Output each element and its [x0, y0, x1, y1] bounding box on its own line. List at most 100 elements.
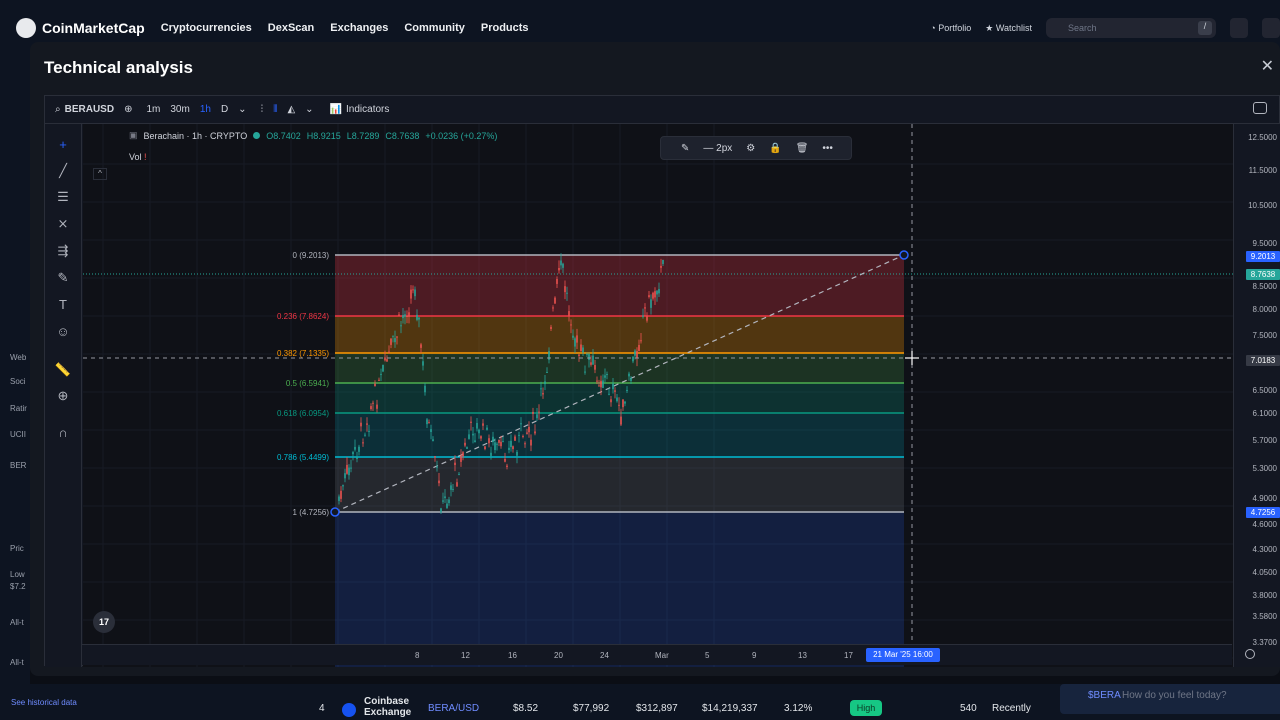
watchlist-link[interactable]: ★ Watchlist	[985, 23, 1032, 34]
price-cell: $8.52	[513, 703, 539, 714]
candle-body	[396, 336, 398, 338]
app-icon-button[interactable]	[1230, 18, 1248, 38]
candle-body	[660, 265, 662, 268]
indicators-button[interactable]: 📊 Indicators	[330, 104, 390, 115]
candle-body	[512, 446, 514, 450]
indicators-icon: 📊	[329, 104, 343, 115]
chevron-down-icon: ⌄	[305, 104, 314, 115]
chart-toolbar: ⌕ BERAUSD ⊕ 1m 30m 1h D ⌄ ⫶ ⦀ ◭ ⌄ 📊 Indi…	[45, 96, 1279, 124]
candle-body	[600, 380, 602, 388]
interval-1m[interactable]: 1m	[146, 104, 160, 115]
text-icon[interactable]: T	[54, 296, 72, 314]
candle-body	[498, 439, 500, 443]
line-width-control[interactable]: — 2px	[703, 143, 732, 154]
time-tick: 20	[554, 651, 563, 660]
exchange-name[interactable]: Coinbase Exchange	[364, 696, 414, 718]
candle-body	[636, 351, 638, 359]
time-axis[interactable]: 8 12 16 20 24 Mar 5 9 13 17 21 Mar '25 16:00	[82, 644, 1232, 665]
candle-body	[500, 441, 502, 447]
camera-icon[interactable]	[1253, 102, 1267, 114]
compare-button[interactable]: ⊕	[124, 104, 132, 115]
trend-line-icon[interactable]: ╱	[54, 162, 72, 180]
price-badge-fib-bottom: 4.7256	[1246, 507, 1280, 518]
watchlist-label: Watchlist	[995, 22, 1032, 33]
nav-exchanges[interactable]: Exchanges	[330, 22, 388, 34]
price-tick: 7.5000	[1252, 331, 1277, 340]
candle-body	[354, 446, 356, 450]
style-dropdown[interactable]: ⌄	[305, 104, 313, 115]
area-style-button[interactable]: ◭	[287, 104, 295, 115]
interval-d[interactable]: D	[221, 104, 228, 115]
candle-body	[350, 467, 352, 469]
candle-body	[344, 473, 346, 479]
candle-body	[584, 371, 586, 373]
tradingview-logo[interactable]: 17	[93, 611, 115, 633]
pair-link[interactable]: BERA/USD	[428, 703, 479, 714]
zoom-in-icon[interactable]: ⊕	[54, 387, 72, 405]
price-axis[interactable]: 12.5000 11.5000 10.5000 9.5000 8.5000 8.0000 7…	[1233, 124, 1280, 667]
bg-label: BER	[10, 461, 27, 470]
page-background-sidebar: Web Soci Ratir UCII BER Pric Low $7.2 Al…	[0, 56, 30, 720]
lock-icon[interactable]: 🔒	[769, 143, 781, 154]
candle-body	[440, 508, 442, 513]
volume-percent-cell: 3.12%	[784, 703, 813, 714]
candle-body	[514, 436, 516, 441]
forecast-icon[interactable]: ⇶	[54, 242, 72, 260]
nav-products[interactable]: Products	[481, 22, 529, 34]
interval-dropdown[interactable]: ⌄	[238, 104, 246, 115]
gear-icon[interactable]	[1245, 649, 1255, 659]
pattern-icon[interactable]: ⨯	[54, 215, 72, 233]
close-icon[interactable]: ✕	[1261, 56, 1274, 76]
candle-body	[370, 406, 372, 410]
settings-icon[interactable]: ⚙	[746, 143, 755, 154]
candle-body	[406, 315, 408, 317]
candle-body	[602, 380, 604, 388]
candle-body	[642, 315, 644, 317]
nav-cryptocurrencies[interactable]: Cryptocurrencies	[161, 22, 252, 34]
interval-30m[interactable]: 30m	[170, 104, 189, 115]
candle-body	[552, 307, 554, 309]
candle-body	[386, 359, 388, 362]
candle-body	[652, 292, 654, 299]
more-icon[interactable]: •••	[822, 143, 833, 154]
line-width-label: 2px	[716, 142, 733, 154]
candle-body	[610, 399, 612, 403]
candle-body	[368, 430, 370, 432]
candle-body	[624, 401, 626, 404]
candle-body	[340, 490, 342, 499]
bars-icon: ⦀	[273, 104, 278, 115]
community-chip[interactable]: $BERA How do you feel today?	[1060, 684, 1280, 714]
price-chart[interactable]: 0 (9.2013) 0.236 (7.8624) 0.382 (7.1335) 0.…	[83, 124, 1233, 667]
search-input[interactable]: Search /	[1046, 18, 1216, 38]
symbol-search[interactable]: ⌕ BERAUSD	[55, 104, 114, 115]
coinmarketcap-logo[interactable]: CoinMarketCap	[16, 18, 145, 38]
magnet-icon[interactable]: ∩	[54, 424, 72, 442]
candle-body	[372, 402, 374, 404]
nav-community[interactable]: Community	[404, 22, 465, 34]
crosshair-icon[interactable]: +	[54, 136, 72, 154]
portfolio-link[interactable]: ◔ Portfolio	[930, 23, 971, 33]
interval-1h[interactable]: 1h	[200, 104, 211, 115]
ruler-icon[interactable]: 📏	[54, 361, 72, 379]
fib-retracement-icon[interactable]: ☰	[54, 188, 72, 206]
chart-type-button[interactable]: ⦀	[273, 104, 277, 115]
candle-body	[566, 292, 568, 294]
market-pairs-row: See historical data 4 Coinbase Exchange …	[0, 684, 1280, 720]
plus-circle-icon: ⊕	[124, 104, 133, 115]
volume-label: Vol !	[129, 152, 147, 162]
historical-data-link[interactable]: See historical data	[11, 698, 77, 707]
brush-icon[interactable]: ✎	[54, 269, 72, 287]
nav-dexscan[interactable]: DexScan	[268, 22, 314, 34]
candle-body	[466, 447, 468, 449]
emoji-icon[interactable]: ☺	[54, 323, 72, 341]
pencil-color-icon[interactable]: ✎	[681, 143, 689, 154]
trash-icon[interactable]: 🗑	[796, 143, 809, 154]
candle-body	[482, 423, 484, 426]
collapse-legend-icon[interactable]: ^	[93, 168, 107, 180]
bg-label: $7.2	[10, 582, 26, 591]
bar-style-button[interactable]: ⫶	[261, 104, 264, 115]
legend-change: +0.0236 (+0.27%)	[425, 130, 498, 141]
candle-body	[470, 421, 472, 423]
menu-icon-button[interactable]	[1262, 18, 1280, 38]
fib-zone	[335, 413, 904, 457]
